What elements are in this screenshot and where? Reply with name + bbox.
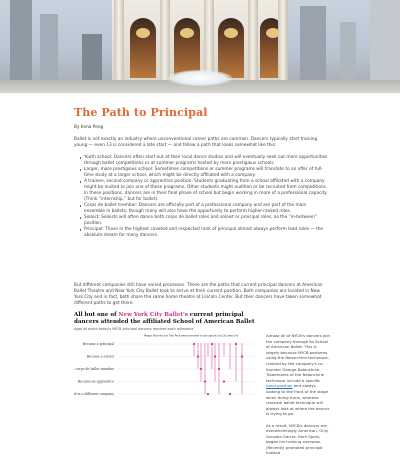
data-point <box>192 342 196 346</box>
article-header: The Path to Principal <box>74 106 328 119</box>
arched-window <box>218 18 244 78</box>
sidebar-text-part: Almost all of NYCB's dancers join the co… <box>266 333 330 383</box>
data-point <box>213 355 217 358</box>
byline: By Ilena Peng <box>74 125 104 130</box>
data-point <box>228 392 232 396</box>
milestone-chart: All but one of New York City Ballet's cu… <box>74 312 256 400</box>
list-item: Soloist: Soloists will often dance both … <box>80 215 328 227</box>
list-item: A trainee, second company or apprentice … <box>80 179 328 203</box>
list-item: Corps de ballet member: Dancers are offi… <box>80 203 328 215</box>
data-point <box>203 380 207 383</box>
sidebar-text: Almost all of NYCB's dancers join the co… <box>266 333 330 456</box>
article-title: The Path to Principal <box>74 106 208 119</box>
data-point <box>240 355 244 358</box>
chart-title-highlight: New York City Ballet's <box>118 312 188 318</box>
chart-annotation: Megan Fairchild and Tiler Peck were prom… <box>144 334 238 337</box>
data-point <box>206 392 210 396</box>
row-label: Became a soloist <box>87 355 115 359</box>
chart-subtitle: Ages at which today's NYCB principal dan… <box>74 327 194 331</box>
data-point <box>196 355 200 358</box>
data-point <box>222 380 226 383</box>
hero-photo-lincoln-center <box>0 0 400 93</box>
arched-window <box>130 18 156 78</box>
row-label: Became a corps de ballet member <box>74 367 114 371</box>
chart-title: All but one of New York City Ballet's cu… <box>74 312 256 326</box>
list-item: Principal: Those in the highest coveted … <box>80 227 328 239</box>
body-paragraph: But different companies still have varie… <box>74 283 323 306</box>
data-point <box>199 367 203 371</box>
hand-position-link[interactable]: hand position <box>266 383 292 388</box>
chart-title-part: All but one of <box>74 312 119 318</box>
row-label: Became a principal <box>83 342 114 346</box>
data-point <box>210 342 214 346</box>
row-label: Promoted to principal in a different com… <box>74 392 114 396</box>
fountain <box>168 70 232 86</box>
intro-paragraph: Ballet is not exactly an industry where … <box>74 137 318 148</box>
data-point <box>234 342 238 346</box>
career-steps-list: Youth school: Dancers often start out at… <box>80 155 328 239</box>
chart-plot: Became a principal Became a soloist Became… <box>74 334 254 396</box>
arched-window <box>174 18 200 78</box>
list-item: Youth school: Dancers often start out at… <box>80 155 328 167</box>
row-label: Became an apprentice <box>78 380 114 384</box>
list-item: Larger, more prestigious school: Sometim… <box>80 167 328 179</box>
data-point <box>217 367 221 371</box>
sidebar-text-part: As a result, NYCB's dancers are overwhel… <box>266 422 329 456</box>
